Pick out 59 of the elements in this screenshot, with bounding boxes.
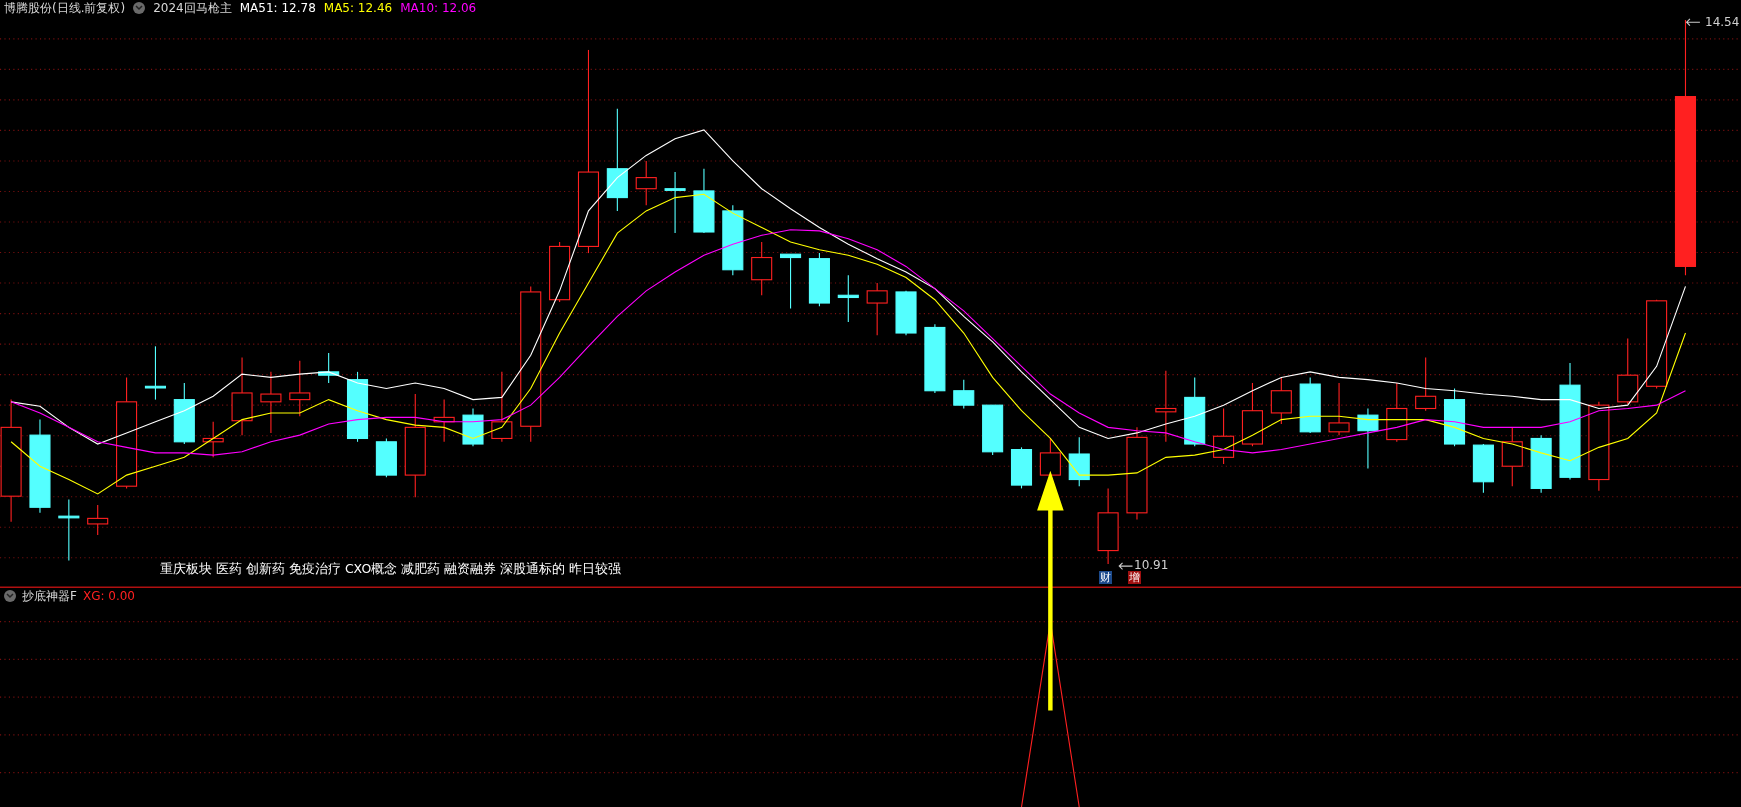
candlestick bbox=[693, 168, 715, 234]
candlestick bbox=[1617, 338, 1639, 405]
candlestick bbox=[1386, 382, 1408, 443]
candlestick bbox=[866, 282, 888, 336]
candlestick bbox=[664, 171, 686, 234]
candlestick bbox=[1501, 426, 1523, 487]
low-price-label: 10.91 bbox=[1134, 558, 1169, 572]
candlestick bbox=[1213, 407, 1235, 465]
candlestick bbox=[87, 504, 109, 536]
candlestick bbox=[1299, 376, 1321, 434]
candlestick bbox=[1415, 356, 1437, 412]
candlestick bbox=[1328, 382, 1350, 436]
pointer-icon bbox=[1118, 562, 1134, 570]
event-badge[interactable]: 财 bbox=[1099, 571, 1112, 584]
candlestick bbox=[895, 290, 917, 336]
candlestick bbox=[144, 345, 166, 401]
indicator-reading: XG: 0.00 bbox=[82, 589, 135, 603]
candlestick bbox=[924, 323, 946, 394]
candlestick bbox=[289, 360, 311, 417]
high-price-label: 14.54 bbox=[1705, 15, 1740, 29]
dropdown-icon[interactable] bbox=[133, 2, 146, 14]
candlestick bbox=[1010, 446, 1033, 489]
candlestick bbox=[1530, 434, 1552, 494]
candlestick bbox=[1068, 436, 1090, 487]
candlestick bbox=[1444, 387, 1466, 447]
indicator-value: MA10: 12.06 bbox=[400, 1, 477, 15]
candlestick bbox=[58, 498, 80, 562]
candlestick bbox=[808, 252, 830, 307]
candlestick bbox=[318, 352, 340, 384]
indicator-value: MA51: 12.78 bbox=[239, 1, 316, 15]
candlestick bbox=[982, 404, 1004, 456]
concept-tags-text: 重庆板块 医药 创新药 免疫治疗 CXO概念 减肥药 融资融券 深股通标的 昨日较强 bbox=[160, 561, 622, 578]
formula-name: 2024回马枪主 bbox=[153, 0, 232, 17]
candlestick bbox=[173, 382, 195, 445]
candlestick bbox=[1472, 443, 1494, 494]
candlestick bbox=[462, 407, 484, 447]
candlestick bbox=[375, 437, 397, 478]
candlestick bbox=[751, 241, 773, 296]
chart-title: 博腾股份(日线.前复权) bbox=[4, 0, 126, 17]
indicator-title: 抄底神器F bbox=[22, 587, 77, 605]
candlestick bbox=[837, 274, 859, 323]
candlestick bbox=[260, 371, 282, 434]
indicator-value: MA5: 12.46 bbox=[323, 1, 393, 15]
candlestick bbox=[1184, 376, 1206, 447]
pointer-icon bbox=[1685, 18, 1701, 27]
candlestick bbox=[722, 204, 744, 276]
candlestick bbox=[202, 421, 224, 458]
candlestick bbox=[491, 371, 513, 443]
candlestick bbox=[549, 241, 571, 303]
candlestick bbox=[953, 379, 975, 410]
candlestick bbox=[1270, 376, 1292, 425]
candlestick bbox=[1357, 407, 1379, 469]
candlestick bbox=[780, 253, 802, 310]
dropdown-icon[interactable] bbox=[4, 590, 16, 602]
candlestick bbox=[433, 399, 455, 443]
candlestick bbox=[635, 160, 657, 206]
candlestick bbox=[1241, 382, 1263, 447]
candlestick bbox=[346, 371, 369, 443]
event-badge[interactable]: 增 bbox=[1128, 571, 1141, 584]
